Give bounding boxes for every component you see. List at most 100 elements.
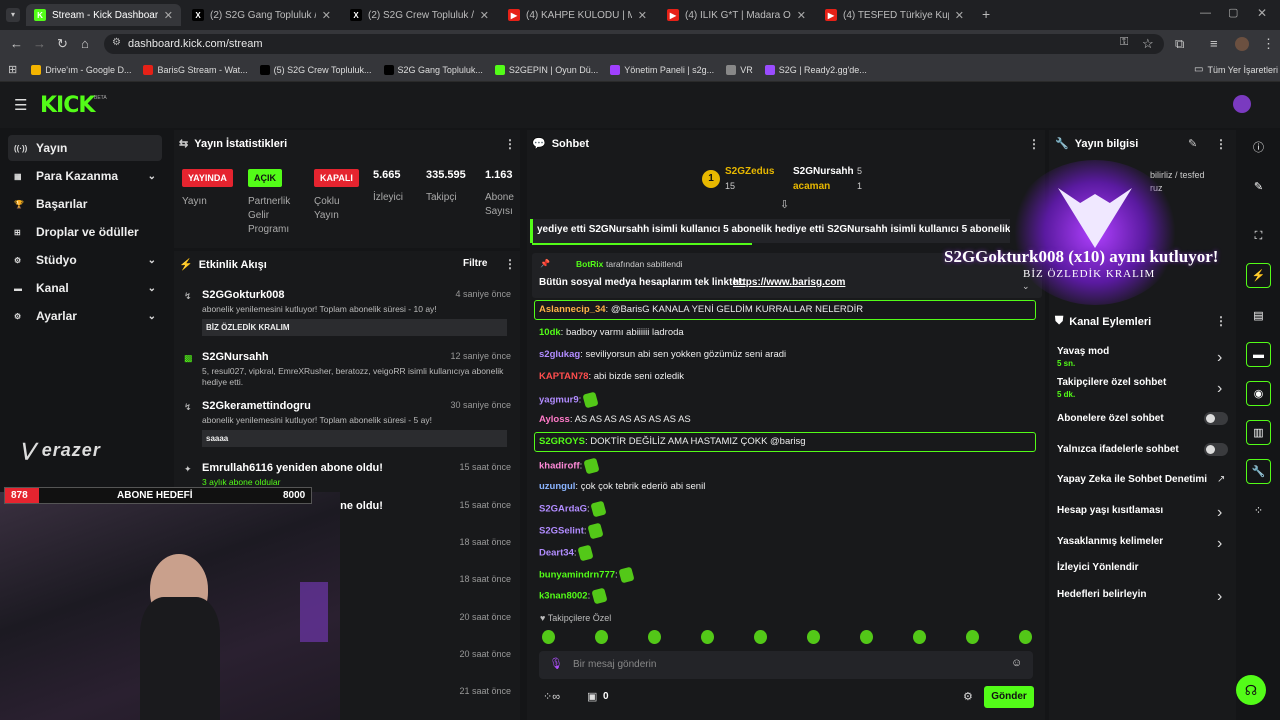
emote-picker-icon[interactable] [913, 630, 926, 644]
mic-icon[interactable]: 🎙 [549, 657, 563, 670]
site-info-icon[interactable]: ⚙ [112, 37, 121, 48]
pinned-link[interactable]: https://www.barisg.com [733, 277, 845, 288]
chevron-right-icon[interactable]: › [1217, 504, 1222, 522]
channel-actions-more-icon[interactable]: ⋮ [1215, 314, 1227, 328]
chat-username[interactable]: s2glukag [539, 349, 580, 360]
back-icon[interactable]: ← [10, 36, 23, 51]
kick-logo[interactable]: KICK [40, 93, 95, 118]
emote-picker-icon[interactable] [648, 630, 661, 644]
bookmark-item[interactable]: BarisG Stream - Wat... [143, 64, 248, 75]
chevron-down-icon[interactable]: ⌄ [148, 255, 156, 266]
pinned-expand-icon[interactable]: ⌄ [1022, 281, 1030, 292]
chat-username[interactable]: k3nan8002 [539, 591, 588, 602]
chat-more-icon[interactable]: ⋮ [1028, 137, 1040, 151]
browser-tab[interactable]: X (2) S2G Crew Topluluk / X ✕ [342, 4, 497, 26]
chevron-right-icon[interactable]: › [1217, 535, 1222, 553]
hamburger-menu-icon[interactable]: ☰ [14, 96, 27, 114]
emote-picker-icon[interactable] [542, 630, 555, 644]
chat-username[interactable]: S2GArdaG [539, 504, 587, 515]
collapse-icon[interactable]: ⇩ [780, 198, 789, 211]
channel-action-6[interactable]: Yasaklanmış kelimeler [1057, 536, 1163, 547]
minimize-icon[interactable]: — [1200, 7, 1211, 19]
browser-tab[interactable]: ▶ (4) ILIK G*T | Madara Olduk #6 ✕ [659, 4, 814, 26]
channel-action-0[interactable]: Yavaş mod 5 sn. [1057, 346, 1109, 368]
bookmark-item[interactable]: VR [726, 64, 753, 75]
chat-username[interactable]: KAPTAN78 [539, 371, 588, 382]
toggle-switch[interactable] [1204, 412, 1228, 425]
window-close-icon[interactable]: ✕ [1257, 6, 1267, 20]
top-gifter-3[interactable]: acaman [793, 181, 830, 192]
edit-icon[interactable]: ✎ [1188, 137, 1197, 150]
tab-close-icon[interactable]: ✕ [480, 9, 489, 22]
channel-action-8[interactable]: Hedefleri belirleyin [1057, 589, 1146, 600]
emote-picker-icon[interactable] [1019, 630, 1032, 644]
sidebar-item[interactable]: ⚙ Ayarlar ⌄ [8, 303, 162, 329]
tab-close-icon[interactable]: ✕ [797, 9, 806, 22]
emote-picker-icon[interactable] [860, 630, 873, 644]
key-icon[interactable]: ⚿ [1120, 36, 1128, 49]
sidebar-item[interactable]: ▦ Para Kazanma ⌄ [8, 163, 162, 189]
layout-icon[interactable]: ▥ [1246, 420, 1271, 445]
emote-picker-icon[interactable] [701, 630, 714, 644]
reload-icon[interactable]: ↻ [57, 36, 68, 52]
chat-settings-icon[interactable]: ⚙ [963, 690, 973, 703]
menu-icon[interactable]: ⋮ [1262, 36, 1275, 52]
tab-close-icon[interactable]: ✕ [638, 9, 647, 22]
profile-avatar[interactable] [1235, 37, 1249, 51]
points-icon[interactable]: ▣ [587, 690, 597, 703]
chat-bubble-icon[interactable]: ▬ [1246, 342, 1271, 367]
channel-action-3[interactable]: Yalnızca ifadelerle sohbet [1057, 444, 1179, 455]
top-gifter-2[interactable]: S2GNursahh [793, 166, 854, 177]
chat-username[interactable]: Deart34 [539, 548, 574, 559]
info-icon[interactable]: ⓘ [1246, 134, 1271, 159]
maximize-icon[interactable]: ▢ [1228, 6, 1238, 19]
chat-username[interactable]: Aslannecip_34 [539, 304, 606, 315]
support-headset-icon[interactable]: ☊ [1236, 675, 1266, 705]
bookmark-item[interactable]: S2G | Ready2.gg'de... [764, 64, 867, 75]
browser-tab[interactable]: ▶ (4) KAHPE KÜLODU | Madara O ✕ [500, 4, 655, 26]
chat-username[interactable]: yagmur9 [539, 395, 579, 406]
chat-username[interactable]: khadiroff [539, 461, 580, 472]
pencil-icon[interactable]: ✎ [1246, 174, 1271, 199]
browser-tab[interactable]: ▶ (4) TESFED Türkiye Kupası 2025 ✕ [817, 4, 972, 26]
channel-action-2[interactable]: Abonelere özel sohbet [1057, 413, 1164, 424]
forward-icon[interactable]: → [33, 36, 46, 51]
emote-picker-icon[interactable] [754, 630, 767, 644]
tools-icon[interactable]: 🔧 [1246, 459, 1271, 484]
emote-picker-icon[interactable] [807, 630, 820, 644]
media-icon[interactable]: ≡ [1210, 36, 1218, 51]
browser-tab[interactable]: X (2) S2G Gang Topluluk / X ✕ [184, 4, 339, 26]
home-icon[interactable]: ⌂ [81, 36, 89, 51]
send-button[interactable]: Gönder [984, 686, 1034, 708]
browser-tab[interactable]: K Stream - Kick Dashboard ✕ [26, 4, 181, 26]
chat-username[interactable]: S2GROYS [539, 436, 585, 447]
document-icon[interactable]: ▤ [1246, 303, 1271, 328]
chevron-down-icon[interactable]: ⌄ [148, 311, 156, 322]
stats-more-icon[interactable]: ⋮ [504, 137, 516, 151]
chat-username[interactable]: 10dk [539, 327, 561, 338]
bookmark-item[interactable]: Yönetim Paneli | s2g... [610, 64, 714, 75]
apps-grid-icon[interactable]: ⊞ [8, 63, 17, 76]
nodes-icon[interactable]: ⁘ [1246, 498, 1271, 523]
chevron-right-icon[interactable]: › [1217, 349, 1222, 367]
lightning-icon[interactable]: ⚡ [1246, 263, 1271, 288]
sidebar-item[interactable]: ⚙ Stüdyo ⌄ [8, 247, 162, 273]
crop-icon[interactable]: ⛶ [1246, 224, 1271, 249]
tab-close-icon[interactable]: ✕ [955, 9, 964, 22]
chevron-right-icon[interactable]: › [1217, 380, 1222, 398]
bookmark-item[interactable]: S2G Gang Topluluk... [383, 64, 483, 75]
chat-username[interactable]: bunyamindrn777 [539, 570, 615, 581]
channel-action-1[interactable]: Takipçilere özel sohbet 5 dk. [1057, 377, 1166, 399]
emote-picker-icon[interactable] [595, 630, 608, 644]
all-bookmarks[interactable]: ▭ Tüm Yer İşaretleri [1194, 64, 1278, 75]
address-bar[interactable]: ⚙ dashboard.kick.com/stream [104, 34, 1164, 54]
pinned-by[interactable]: BotRix [576, 259, 603, 269]
extensions-icon[interactable]: ⧉ [1175, 36, 1184, 52]
sidebar-item[interactable]: ▬ Kanal ⌄ [8, 275, 162, 301]
bookmark-item[interactable]: Drive'ım - Google D... [31, 64, 131, 75]
infinity-icon[interactable]: ⁘∞ [543, 690, 560, 703]
toggle-switch[interactable] [1204, 443, 1228, 456]
sidebar-item[interactable]: 🏆 Başarılar [8, 191, 162, 217]
bookmark-star-icon[interactable]: ☆ [1142, 36, 1154, 52]
user-avatar[interactable] [1233, 95, 1251, 113]
